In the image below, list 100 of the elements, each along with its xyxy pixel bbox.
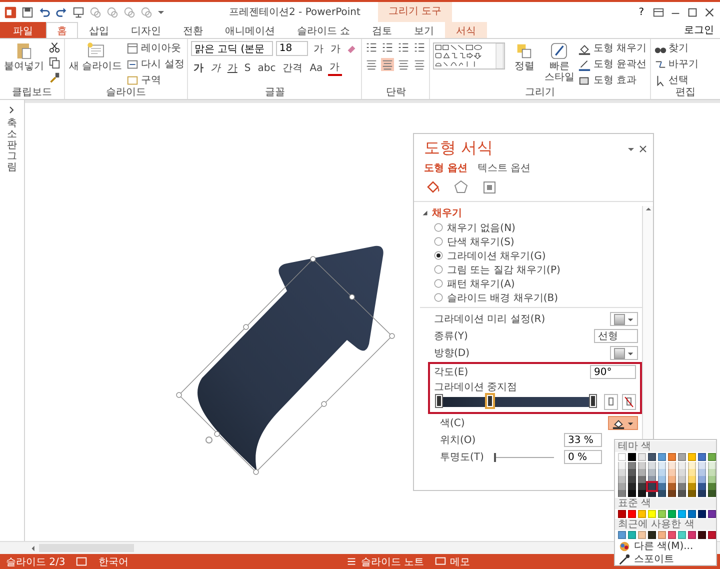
color-swatch[interactable] bbox=[658, 510, 666, 518]
brush-icon[interactable] bbox=[48, 71, 61, 84]
copy-icon[interactable] bbox=[48, 56, 61, 69]
color-swatch[interactable] bbox=[628, 476, 636, 483]
ribbon-tab[interactable]: 서식 bbox=[445, 22, 488, 38]
list-icon[interactable] bbox=[397, 41, 410, 54]
color-swatch[interactable] bbox=[638, 531, 646, 539]
color-swatch[interactable] bbox=[678, 510, 686, 518]
color-swatch[interactable] bbox=[628, 453, 636, 461]
ribbon-tab[interactable]: 검토 bbox=[361, 22, 404, 38]
section-button[interactable]: 구역 bbox=[126, 73, 184, 87]
color-swatch[interactable] bbox=[708, 490, 716, 497]
pane-tab[interactable]: 텍스트 옵션 bbox=[477, 161, 531, 175]
color-swatch[interactable] bbox=[698, 490, 706, 497]
radio-button[interactable] bbox=[434, 237, 443, 246]
format-button[interactable]: S bbox=[242, 62, 253, 74]
list-icon[interactable] bbox=[365, 41, 378, 54]
quick-access-icon[interactable] bbox=[140, 6, 153, 18]
color-swatch[interactable] bbox=[678, 531, 686, 539]
color-swatch[interactable] bbox=[678, 469, 686, 476]
font-size-field[interactable]: 18 bbox=[276, 41, 308, 56]
format-button[interactable]: abc bbox=[256, 62, 278, 74]
arrow-shape[interactable] bbox=[198, 246, 384, 471]
color-swatch[interactable] bbox=[628, 510, 636, 518]
list-icon[interactable] bbox=[381, 41, 394, 54]
option-label[interactable]: 단색 채우기(S) bbox=[447, 234, 514, 248]
radio-button[interactable] bbox=[434, 251, 443, 260]
format-button[interactable]: Aa bbox=[308, 62, 325, 74]
type-dropdown[interactable]: 선형 bbox=[594, 329, 638, 343]
color-swatch[interactable] bbox=[688, 476, 696, 483]
scroll-left-icon[interactable] bbox=[30, 544, 37, 552]
color-swatch[interactable] bbox=[688, 469, 696, 476]
help-button[interactable]: ? bbox=[634, 6, 648, 18]
undo-icon[interactable] bbox=[38, 6, 51, 18]
select-button[interactable]: 선택 bbox=[654, 73, 699, 87]
color-swatch[interactable] bbox=[698, 469, 706, 476]
color-swatch[interactable] bbox=[628, 462, 636, 469]
color-swatch[interactable] bbox=[648, 531, 656, 539]
color-swatch[interactable] bbox=[658, 453, 666, 461]
radio-button[interactable] bbox=[434, 279, 443, 288]
list-icon[interactable] bbox=[413, 41, 426, 54]
shape-effects-button[interactable]: 도형 효과 bbox=[578, 73, 647, 87]
color-swatch[interactable] bbox=[698, 483, 706, 490]
direction-dropdown[interactable] bbox=[610, 346, 638, 360]
color-swatch[interactable] bbox=[638, 490, 646, 497]
color-swatch[interactable] bbox=[668, 453, 676, 461]
option-label[interactable]: 패턴 채우기(A) bbox=[447, 276, 515, 290]
color-swatch[interactable] bbox=[668, 510, 676, 518]
gradient-preset-dropdown[interactable] bbox=[610, 312, 638, 326]
ribbon-display-icon[interactable] bbox=[652, 6, 665, 18]
language-label[interactable]: 한국어 bbox=[98, 554, 128, 568]
color-swatch[interactable] bbox=[688, 490, 696, 497]
color-swatch[interactable] bbox=[708, 469, 716, 476]
sign-in-link[interactable]: 로그인 bbox=[678, 22, 720, 38]
format-button[interactable]: 가 bbox=[191, 61, 206, 75]
ribbon-tab[interactable]: 파일 bbox=[0, 22, 46, 38]
reset-button[interactable]: 다시 설정 bbox=[126, 57, 184, 71]
maximize-icon[interactable] bbox=[686, 6, 699, 18]
color-swatch[interactable] bbox=[708, 476, 716, 483]
color-swatch[interactable] bbox=[708, 531, 716, 539]
color-swatch[interactable] bbox=[678, 462, 686, 469]
color-swatch[interactable] bbox=[668, 490, 676, 497]
color-swatch[interactable] bbox=[628, 483, 636, 490]
grow-font-button[interactable]: 가 bbox=[311, 42, 326, 56]
color-swatch[interactable] bbox=[658, 483, 666, 490]
color-swatch[interactable] bbox=[688, 531, 696, 539]
pane-tab[interactable]: 도형 옵션 bbox=[424, 161, 468, 175]
radio-button[interactable] bbox=[434, 265, 443, 274]
color-swatch[interactable] bbox=[698, 453, 706, 461]
shapes-gallery-drawing[interactable] bbox=[433, 41, 506, 71]
ribbon-tab[interactable]: 홈 bbox=[46, 22, 78, 38]
slider-thumb[interactable] bbox=[494, 452, 496, 462]
angle-field[interactable]: 90° bbox=[590, 365, 636, 379]
paste-button[interactable]: 붙여넣기 bbox=[3, 41, 45, 72]
color-swatch[interactable] bbox=[678, 453, 686, 461]
expand-icon[interactable] bbox=[8, 106, 16, 114]
slideshow-icon[interactable] bbox=[72, 6, 85, 18]
color-swatch[interactable] bbox=[628, 531, 636, 539]
color-swatch[interactable] bbox=[618, 453, 626, 461]
color-swatch[interactable] bbox=[708, 462, 716, 469]
find-button[interactable]: 찾기 bbox=[654, 41, 699, 55]
color-swatch[interactable] bbox=[658, 469, 666, 476]
more-colors-item[interactable]: 다른 색(M)... bbox=[618, 540, 716, 552]
color-swatch[interactable] bbox=[618, 490, 626, 497]
gradient-stop-handle[interactable] bbox=[436, 395, 442, 407]
color-swatch[interactable] bbox=[618, 531, 626, 539]
quick-access-icon[interactable] bbox=[123, 6, 136, 18]
color-swatch[interactable] bbox=[658, 462, 666, 469]
format-button[interactable]: 가 bbox=[328, 60, 342, 76]
transparency-field[interactable]: 0 % bbox=[564, 450, 602, 464]
redo-icon[interactable] bbox=[55, 6, 68, 18]
thumbnail-pane-label[interactable]: 축소판 그림 bbox=[7, 118, 17, 173]
ribbon-tab[interactable]: 디자인 bbox=[120, 22, 172, 38]
comments-button[interactable]: 메모 bbox=[434, 554, 470, 568]
ribbon-tab[interactable]: 전환 bbox=[172, 22, 214, 38]
color-swatch[interactable] bbox=[688, 483, 696, 490]
gradient-stop-handle[interactable] bbox=[486, 395, 493, 407]
replace-button[interactable]: 바꾸기 bbox=[654, 57, 699, 71]
color-swatch[interactable] bbox=[658, 490, 666, 497]
color-swatch[interactable] bbox=[618, 483, 626, 490]
